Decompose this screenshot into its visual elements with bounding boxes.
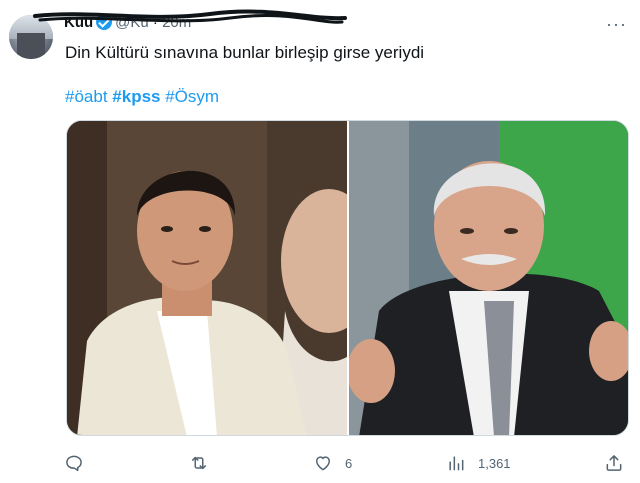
like-count: 6 <box>345 455 353 471</box>
tweet-time[interactable]: 20m <box>162 14 191 31</box>
media-image-right[interactable] <box>349 121 629 436</box>
tweet-header: Kuu @Ku · 20m <box>64 14 192 31</box>
tweet-media[interactable] <box>66 120 629 436</box>
hashtag-osym[interactable]: #Ösym <box>165 87 219 106</box>
reply-icon <box>66 455 82 472</box>
avatar[interactable] <box>9 15 53 59</box>
more-options-button[interactable]: ··· <box>606 14 627 35</box>
media-image-left[interactable] <box>67 121 347 436</box>
retweet-button[interactable] <box>189 448 221 478</box>
share-icon <box>606 455 622 471</box>
views-count: 1,361 <box>478 455 511 471</box>
verified-badge-icon <box>96 14 113 30</box>
tweet-text: Din Kültürü sınavına bunlar birleşip gir… <box>65 43 425 62</box>
reply-button[interactable] <box>64 448 96 478</box>
hashtag-oabt[interactable]: #öabt <box>65 87 108 106</box>
author-handle[interactable]: @Ku <box>115 14 149 31</box>
like-button[interactable]: 6 <box>313 448 352 478</box>
views-icon <box>449 456 464 471</box>
retweet-icon <box>192 456 206 470</box>
share-button[interactable] <box>604 448 636 478</box>
hashtag-kpss[interactable]: #kpss <box>112 87 160 106</box>
avatar-building <box>17 33 45 59</box>
views-button[interactable]: 1,361 <box>446 448 511 478</box>
heart-icon <box>316 456 330 471</box>
author-name[interactable]: Kuu <box>64 14 93 31</box>
hashtags: #öabt #kpss #Ösym <box>65 86 219 108</box>
tweet-actions-bar: 6 1,361 <box>0 448 640 478</box>
